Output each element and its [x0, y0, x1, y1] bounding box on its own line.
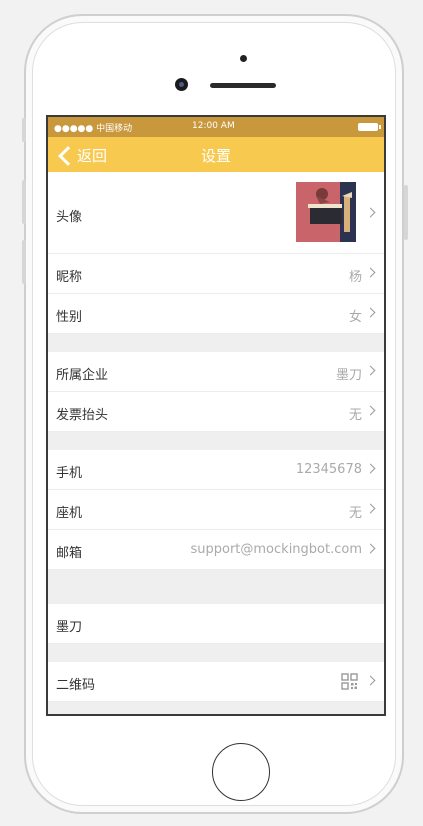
gender-label: 性别: [56, 310, 83, 325]
page-title: 设置: [200, 147, 231, 165]
qrcode-row[interactable]: 二维码: [48, 662, 384, 702]
section-divider: [48, 334, 384, 352]
nickname-label: 昵称: [56, 270, 83, 285]
company-value: 墨刀: [335, 368, 362, 383]
mobile-row[interactable]: 手机 12345678: [48, 450, 384, 490]
nav-bar: 返回 设置: [48, 137, 384, 172]
chevron-right-icon: [365, 365, 376, 376]
avatar-row[interactable]: 头像: [48, 172, 384, 254]
email-label: 邮箱: [56, 546, 83, 561]
section-divider: [48, 570, 384, 604]
qrcode-label: 二维码: [56, 678, 96, 693]
invoice-title-label: 发票抬头: [56, 408, 109, 423]
company-row[interactable]: 所属企业 墨刀: [48, 352, 384, 392]
battery-icon: [358, 123, 381, 131]
status-bar: ●●●●● 中国移动 12:00 AM: [48, 117, 384, 137]
avatar: [296, 182, 356, 242]
volume-up-button: [22, 180, 26, 224]
nickname-row[interactable]: 昵称 杨: [48, 254, 384, 294]
carrier-label: ●●●●● 中国移动: [54, 124, 133, 134]
app-screen: ●●●●● 中国移动 12:00 AM 返回 设置 头像 昵称 杨 性别 女 所…: [46, 115, 386, 716]
avatar-label: 头像: [56, 210, 83, 225]
brand-label: 墨刀: [56, 620, 83, 635]
chevron-right-icon: [365, 503, 376, 514]
earpiece-speaker: [210, 83, 276, 88]
chevron-right-icon: [365, 307, 376, 318]
landline-value: 无: [348, 506, 362, 521]
chevron-right-icon: [365, 405, 376, 416]
invoice-title-value: 无: [348, 408, 362, 423]
chevron-right-icon: [365, 207, 376, 218]
email-value: support@mockingbot.com: [190, 542, 362, 557]
invoice-title-row[interactable]: 发票抬头 无: [48, 392, 384, 432]
mobile-value: 12345678: [295, 462, 362, 477]
chevron-right-icon: [365, 543, 376, 554]
company-label: 所属企业: [56, 368, 109, 383]
landline-row[interactable]: 座机 无: [48, 490, 384, 530]
mute-switch: [22, 118, 26, 142]
power-button: [404, 185, 408, 240]
section-divider: [48, 644, 384, 662]
volume-down-button: [22, 240, 26, 284]
chevron-right-icon: [365, 463, 376, 474]
qr-code-icon: [341, 673, 358, 690]
section-divider: [48, 432, 384, 450]
gender-row[interactable]: 性别 女: [48, 294, 384, 334]
chevron-right-icon: [365, 267, 376, 278]
nickname-value: 杨: [348, 270, 362, 285]
brand-row: 墨刀: [48, 604, 384, 644]
proximity-sensor: [240, 55, 247, 62]
email-row[interactable]: 邮箱 support@mockingbot.com: [48, 530, 384, 570]
front-camera: [175, 78, 188, 91]
mobile-label: 手机: [56, 466, 83, 481]
chevron-right-icon: [365, 675, 376, 686]
clock: 12:00 AM: [192, 121, 235, 131]
landline-label: 座机: [56, 506, 83, 521]
gender-value: 女: [348, 310, 362, 325]
home-button[interactable]: [212, 743, 270, 801]
